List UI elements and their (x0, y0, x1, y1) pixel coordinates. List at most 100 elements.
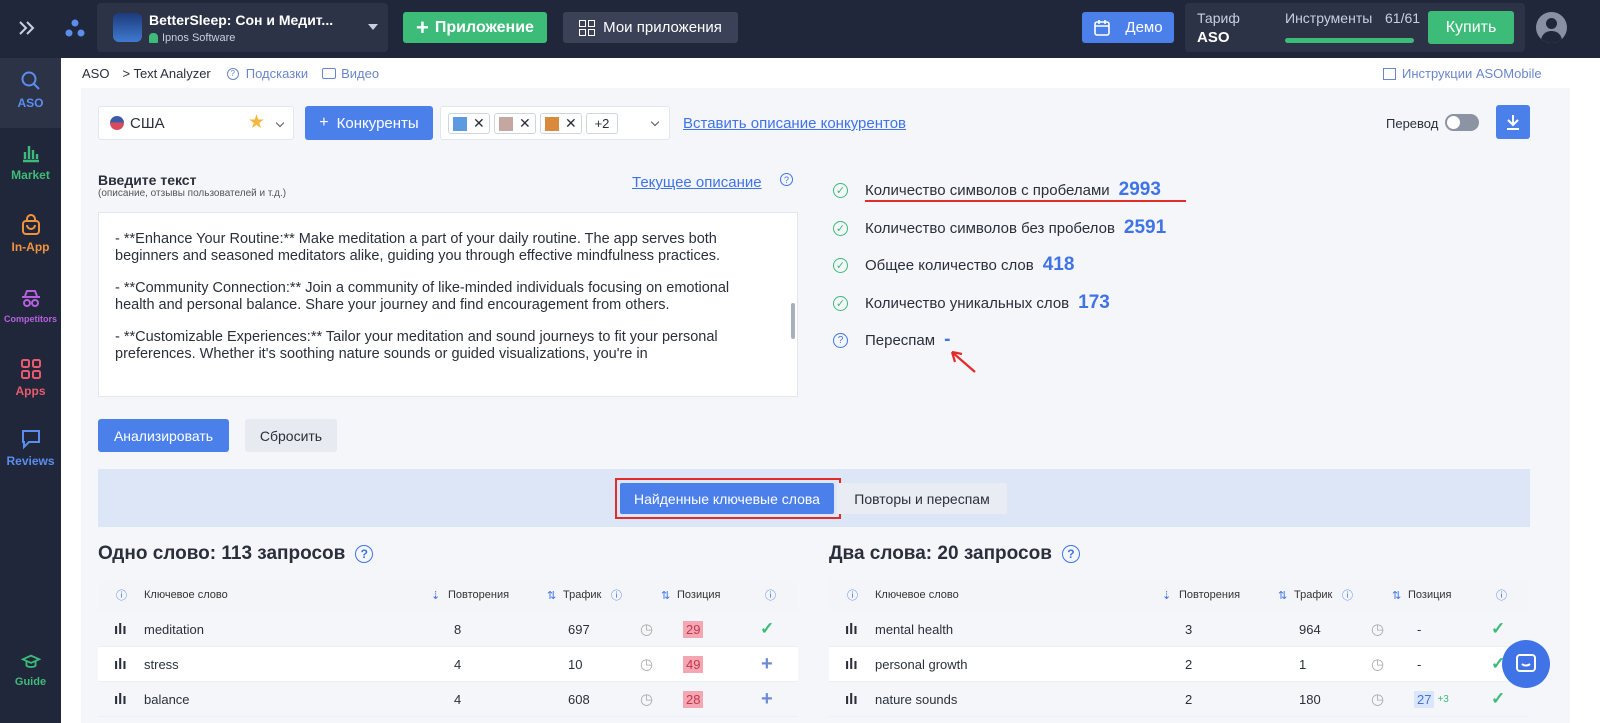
current-description-link[interactable]: Текущее описание (632, 174, 762, 191)
sidebar-item-competitors[interactable]: Competitors (0, 288, 61, 324)
col-position[interactable]: Позиция (1408, 578, 1452, 612)
history-icon[interactable]: ◷ (1371, 682, 1384, 716)
app-icon (113, 13, 142, 42)
history-icon[interactable]: ◷ (640, 647, 653, 681)
sort-icon[interactable]: ⇅ (1278, 578, 1287, 612)
sidebar-item-market[interactable]: Market (0, 142, 61, 182)
col-position[interactable]: Позиция (677, 578, 721, 612)
bar-chart-icon[interactable]: ılı (114, 647, 127, 681)
insert-competitor-description-link[interactable]: Вставить описание конкурентов (683, 115, 906, 132)
help-circle-icon[interactable]: ⓘ (765, 578, 776, 612)
sidebar-item-aso[interactable]: ASO (0, 70, 61, 110)
close-icon[interactable]: ✕ (519, 115, 531, 132)
text-input-area[interactable]: - **Enhance Your Routine:** Make meditat… (98, 212, 798, 397)
bar-chart-icon[interactable]: ılı (845, 647, 858, 681)
download-button[interactable] (1496, 105, 1530, 139)
check-icon[interactable]: ✓ (760, 612, 774, 646)
sort-icon[interactable]: ⇅ (661, 578, 670, 612)
col-keyword[interactable]: Ключевое слово (875, 578, 959, 612)
close-icon[interactable]: ✕ (473, 115, 485, 132)
tab-repeats[interactable]: Повторы и переспам (837, 483, 1007, 514)
col-repeats[interactable]: Повторения (1179, 578, 1240, 612)
breadcrumb-page: > Text Analyzer (122, 66, 211, 81)
help-circle-icon[interactable]: ? (355, 545, 374, 563)
instructions-link[interactable]: Инструкции ASOMobile (1383, 66, 1542, 81)
grid-icon (20, 359, 41, 379)
table-row[interactable]: ılı mental health 3 964 ◷ - ✓ (829, 612, 1529, 647)
sidebar-item-inapp[interactable]: In-App (0, 214, 61, 254)
star-icon[interactable]: ★ (248, 111, 265, 134)
app-selector[interactable]: BetterSleep: Сон и Медит... Ipnos Softwa… (97, 3, 388, 52)
check-icon[interactable]: ✓ (1491, 682, 1505, 716)
sort-icon[interactable]: ⇣ (1162, 578, 1171, 612)
help-circle-icon[interactable]: ⓘ (116, 578, 127, 612)
competitors-button[interactable]: + Конкуренты (305, 106, 433, 140)
competitors-select[interactable]: ✕ ✕ ✕ +2 (440, 106, 670, 140)
table-row[interactable]: ılı personal growth 2 1 ◷ - ✓ (829, 647, 1529, 682)
history-icon[interactable]: ◷ (1371, 647, 1384, 681)
history-icon[interactable]: ◷ (640, 682, 653, 716)
stat-value: 2591 (1123, 217, 1167, 238)
demo-button[interactable]: Демо (1082, 12, 1174, 43)
sidebar-item-reviews[interactable]: Reviews (0, 428, 61, 468)
col-keyword[interactable]: Ключевое слово (144, 578, 228, 612)
translate-toggle[interactable] (1445, 114, 1479, 131)
expand-sidebar-icon[interactable] (16, 17, 38, 39)
check-icon[interactable]: ✓ (1491, 612, 1505, 646)
help-circle-icon[interactable]: ? (833, 332, 848, 348)
breadcrumb-root[interactable]: ASO (82, 66, 109, 81)
one-word-table: ⓘ Ключевое слово ⇣ Повторения ⇅ Трафик ⓘ… (98, 578, 798, 717)
logo-icon[interactable] (64, 17, 86, 39)
text-paragraph: - **Community Connection:** Join a commu… (115, 280, 730, 313)
sort-icon[interactable]: ⇅ (547, 578, 556, 612)
repeats-cell: 2 (1185, 656, 1193, 672)
sort-icon[interactable]: ⇅ (1392, 578, 1401, 612)
col-repeats[interactable]: Повторения (448, 578, 509, 612)
bar-chart-icon[interactable]: ılı (845, 612, 858, 646)
video-link[interactable]: Видео (341, 66, 379, 81)
main-content: ASO > Text Analyzer ? Подсказки Видео Ин… (61, 58, 1600, 723)
bar-chart-icon[interactable]: ılı (845, 682, 858, 716)
plus-icon[interactable]: + (761, 682, 773, 716)
scrollbar-thumb[interactable] (791, 303, 795, 339)
stat-row: ✓ Общее количество слов 418 (833, 254, 1074, 276)
plus-icon[interactable]: + (761, 647, 773, 681)
close-icon[interactable]: ✕ (565, 115, 577, 132)
table-row[interactable]: ılı balance 4 608 ◷ 28 + (98, 682, 798, 717)
help-circle-icon[interactable]: ? (780, 173, 793, 186)
hints-link[interactable]: Подсказки (246, 66, 308, 81)
help-circle-icon[interactable]: ⓘ (847, 578, 858, 612)
support-chat-button[interactable] (1502, 640, 1550, 688)
history-icon[interactable]: ◷ (640, 612, 653, 646)
my-apps-button[interactable]: Мои приложения (563, 12, 738, 43)
sidebar-item-guide[interactable]: Guide (0, 652, 61, 688)
avatar[interactable] (1536, 12, 1567, 43)
help-circle-icon[interactable]: ? (1061, 545, 1080, 563)
help-circle-icon[interactable]: ⓘ (1496, 578, 1507, 612)
traffic-cell: 1 (1299, 656, 1307, 672)
help-circle-icon[interactable]: ⓘ (611, 578, 622, 612)
more-competitors-chip[interactable]: +2 (586, 113, 618, 134)
analyze-button[interactable]: Анализировать (98, 419, 229, 452)
table-row[interactable]: ılı meditation 8 697 ◷ 29 ✓ (98, 612, 798, 647)
sidebar: ASO Market In-App Competitors Apps Revie… (0, 58, 61, 723)
sort-icon[interactable]: ⇣ (431, 578, 440, 612)
reset-button[interactable]: Сбросить (245, 419, 337, 452)
buy-button[interactable]: Купить (1428, 11, 1514, 44)
text-paragraph: - **Customizable Experiences:** Tailor y… (115, 329, 718, 362)
two-words-table: ⓘ Ключевое слово ⇣ Повторения ⇅ Трафик ⓘ… (829, 578, 1529, 717)
col-traffic[interactable]: Трафик (1294, 578, 1332, 612)
sidebar-item-apps[interactable]: Apps (0, 358, 61, 398)
table-row[interactable]: ılı nature sounds 2 180 ◷ 27 +3 ✓ (829, 682, 1529, 717)
table-row[interactable]: ılı stress 4 10 ◷ 49 + (98, 647, 798, 682)
add-app-button[interactable]: + Приложение (403, 12, 547, 43)
col-traffic[interactable]: Трафик (563, 578, 601, 612)
keyword-cell: nature sounds (875, 691, 958, 707)
history-icon[interactable]: ◷ (1371, 612, 1384, 646)
country-select[interactable]: США ★ (98, 106, 294, 140)
bar-chart-icon[interactable]: ılı (114, 612, 127, 646)
tab-found-keywords[interactable]: Найденные ключевые слова (620, 483, 834, 514)
traffic-cell: 10 (568, 656, 583, 672)
bar-chart-icon[interactable]: ılı (114, 682, 127, 716)
help-circle-icon[interactable]: ⓘ (1342, 578, 1353, 612)
